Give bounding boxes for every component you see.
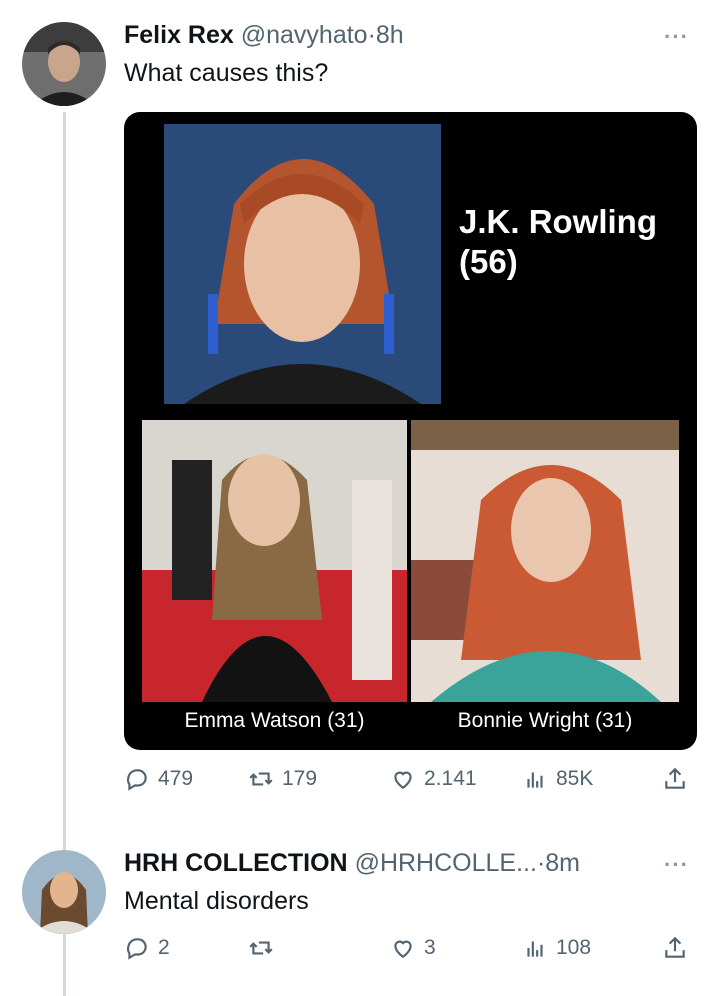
left-photo-caption: Emma Watson (31) — [184, 709, 365, 732]
tweet-actions: 2 3 108 — [124, 935, 699, 969]
view-count: 85K — [556, 767, 594, 790]
share-button[interactable] — [662, 766, 688, 792]
reply-count: 2 — [158, 936, 170, 959]
tweet-text: What causes this? — [124, 59, 329, 87]
photo-main — [164, 124, 441, 404]
heart-icon — [394, 940, 412, 958]
tweet-header: Felix Rex @navyhato·8h — [124, 20, 404, 50]
tweet-media[interactable]: J.K. Rowling (56) Emma Watson (31) Bonni… — [124, 112, 697, 750]
reply-button[interactable]: 2 — [124, 935, 170, 961]
more-options-icon[interactable]: ··· — [664, 24, 689, 50]
photo-right-image — [411, 420, 679, 702]
author-name[interactable]: Felix Rex — [124, 21, 234, 49]
photo-right — [411, 420, 679, 702]
author-name[interactable]: HRH COLLECTION — [124, 849, 348, 877]
author-handle[interactable]: @navyhato — [241, 21, 368, 49]
like-count: 3 — [424, 936, 436, 959]
like-button[interactable]: 2.141 — [390, 766, 477, 792]
retweet-button[interactable]: 179 — [248, 766, 317, 792]
tweet-header: HRH COLLECTION @HRHCOLLE...·8m — [124, 848, 580, 878]
separator-dot: · — [367, 21, 376, 49]
portrait-image — [164, 124, 441, 404]
like-button[interactable]: 3 — [390, 935, 436, 961]
reply-button[interactable]: 479 — [124, 766, 193, 792]
like-count: 2.141 — [424, 767, 477, 790]
bar-chart-icon — [527, 941, 543, 957]
tweet-actions: 479 179 2.141 85K — [124, 766, 699, 800]
main-photo-caption: J.K. Rowling (56) — [459, 202, 689, 282]
share-button[interactable] — [662, 935, 688, 961]
author-handle[interactable]: @HRHCOLLE... — [355, 849, 537, 877]
timestamp[interactable]: 8h — [376, 21, 404, 49]
avatar-hrh-collection-image — [22, 850, 106, 934]
photo-left — [142, 420, 407, 702]
view-count: 108 — [556, 936, 592, 959]
views-button[interactable]: 108 — [522, 935, 591, 961]
share-upload-icon — [665, 767, 685, 789]
more-options-icon[interactable]: ··· — [664, 852, 689, 878]
caption-age: (56) — [459, 243, 518, 280]
right-photo-caption: Bonnie Wright (31) — [457, 709, 633, 732]
heart-icon — [394, 771, 412, 789]
photo-left-image — [142, 420, 407, 702]
retweet-arrows-icon — [249, 772, 273, 786]
views-button[interactable]: 85K — [522, 766, 593, 792]
tweet-text: Mental disorders — [124, 887, 309, 915]
caption-name: J.K. Rowling — [459, 203, 657, 240]
retweet-arrows-icon — [249, 941, 273, 955]
comment-bubble-icon — [126, 938, 147, 960]
avatar[interactable] — [22, 850, 106, 934]
avatar[interactable] — [22, 22, 106, 106]
retweet-count: 179 — [282, 767, 318, 790]
share-upload-icon — [665, 936, 685, 958]
retweet-button[interactable] — [248, 935, 282, 961]
bar-chart-icon — [527, 772, 543, 788]
timestamp[interactable]: 8m — [545, 849, 580, 877]
reply-count: 479 — [158, 767, 194, 790]
comment-bubble-icon — [126, 769, 147, 791]
avatar-felix-rex-image — [22, 22, 106, 106]
